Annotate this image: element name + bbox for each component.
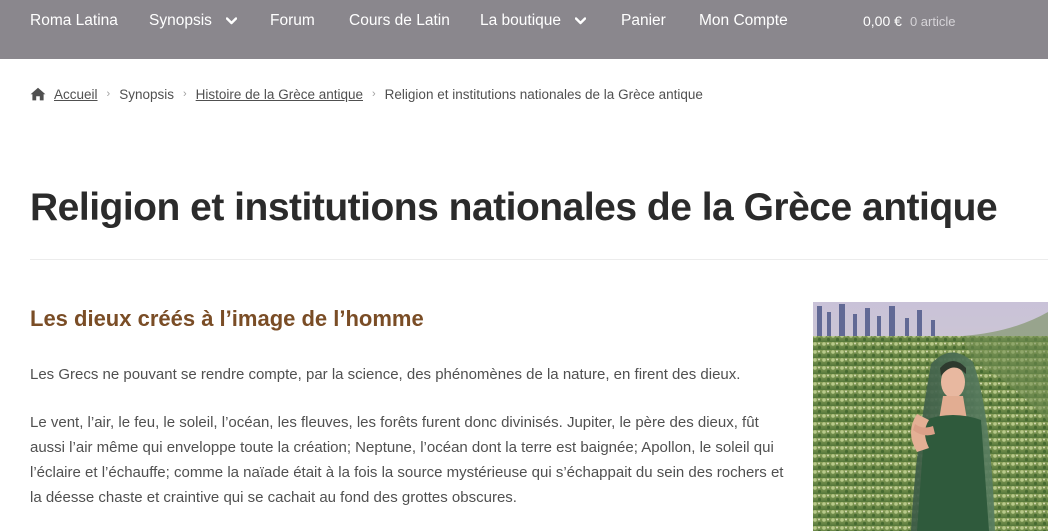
home-icon[interactable]	[30, 87, 46, 101]
page-title: Religion et institutions nationales de l…	[30, 186, 998, 229]
breadcrumb-current: Religion et institutions nationales de l…	[384, 86, 703, 102]
nav-label: Roma Latina	[30, 12, 118, 29]
cart-total: 0,00 €	[863, 13, 902, 29]
nav-item-synopsis[interactable]: Synopsis	[149, 0, 237, 42]
breadcrumb: Accueil › Synopsis › Histoire de la Grèc…	[30, 84, 703, 104]
cart-count: 0 article	[909, 13, 956, 29]
nav-label: Cours de Latin	[349, 12, 450, 29]
nav-item-la-boutique[interactable]: La boutique	[480, 0, 587, 42]
cart-link[interactable]: 0,00 € 0 article	[863, 0, 955, 42]
breadcrumb-link-histoire[interactable]: Histoire de la Grèce antique	[196, 87, 363, 102]
nav-label: Panier	[621, 12, 666, 29]
nav-label: Forum	[270, 12, 315, 29]
nav-item-forum[interactable]: Forum	[270, 0, 315, 42]
title-divider	[30, 259, 1048, 260]
nav-label: Mon Compte	[699, 12, 788, 29]
chevron-right-icon: ›	[182, 88, 187, 100]
nav-item-mon-compte[interactable]: Mon Compte	[699, 0, 788, 42]
chevron-down-icon	[575, 17, 587, 25]
breadcrumb-link-accueil[interactable]: Accueil	[54, 87, 98, 102]
paragraph: Les Grecs ne pouvant se rendre compte, p…	[30, 366, 741, 383]
section-heading: Les dieux créés à l’image de l’homme	[30, 306, 424, 331]
illustration-image	[813, 302, 1048, 531]
chevron-down-icon	[225, 17, 237, 25]
breadcrumb-item-synopsis: Synopsis	[119, 86, 174, 102]
nav-item-roma-latina[interactable]: Roma Latina	[30, 0, 118, 42]
chevron-right-icon: ›	[106, 88, 111, 100]
chevron-right-icon: ›	[372, 88, 376, 100]
paragraph: Le vent, l’air, le feu, le soleil, l’océ…	[30, 414, 784, 506]
top-navigation: Roma Latina Synopsis Forum Cours de Lati…	[0, 0, 1048, 59]
nav-label: La boutique	[480, 12, 562, 29]
nav-item-cours-de-latin[interactable]: Cours de Latin	[349, 0, 450, 42]
nav-label: Synopsis	[149, 12, 212, 29]
nav-item-panier[interactable]: Panier	[621, 0, 666, 42]
